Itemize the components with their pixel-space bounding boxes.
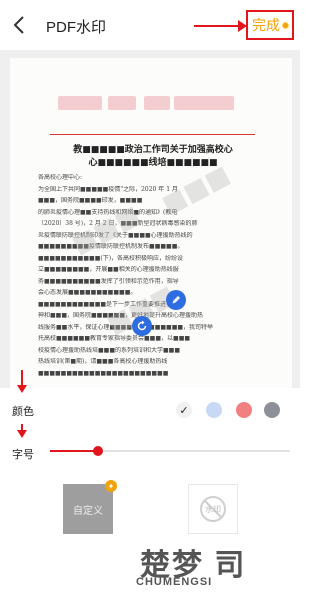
annotation-arrow-shaft [194,25,242,27]
document-text-line: 托高校■■■■■■教育专家指导委员会■■■，以■■■ [38,335,191,342]
document-text-line: ■■■■■■■■■■■(下)，各高校积极响应，纷纷设 [38,254,184,262]
done-label: 完成 [252,17,280,33]
annotation-arrow-shaft [21,370,23,386]
vip-dot-icon [282,21,289,29]
top-bar: PDF水印 完成 [0,0,300,50]
custom-watermark-label: 自定义 [73,505,103,517]
rotate-icon [137,320,147,331]
redacted-block [108,96,136,110]
slider-fill [50,450,98,452]
edit-handle[interactable] [166,290,186,310]
font-size-label: 字号 [12,449,34,461]
chevron-left-icon [13,16,24,34]
document-text-line: 校疫情心理援助热线培■■■的系列培训和大学■■■ [38,346,181,354]
document-preview-area: 教■■■■■政治工作司关于加强高校心 心■■■■■■线培■■■■■■ 各高校心理… [0,50,300,388]
check-icon: ✓ [179,404,189,417]
rotate-handle[interactable] [132,316,152,336]
site-logo: 楚梦 司 CHUMENGSI [130,540,292,592]
color-swatch-white[interactable]: ✓ [176,402,192,418]
font-size-slider[interactable] [50,446,290,456]
header-rule [50,134,255,135]
document-text-line: 立■■■■■■■■，开展■■相关的心理援助热线服 [38,266,179,273]
document-text-line: 热线培训(第■期)，请■■■各高校心理援助热线 [38,358,168,365]
annotation-arrow-head [17,385,27,393]
document-text-line: ■■■，国务院■■■■印发，■■■■ [38,197,143,204]
color-label: 颜色 [12,406,34,418]
document-text-line: 各高校心理中心: [38,174,83,181]
redacted-block [58,96,102,110]
no-watermark-option[interactable]: 水印 [188,484,238,534]
document-text-line: 的肺炎疫情心理■■支持热线和网络■的通知》(教电 [38,208,178,216]
page-title: PDF水印 [46,19,107,36]
document-page[interactable]: 教■■■■■政治工作司关于加强高校心 心■■■■■■线培■■■■■■ 各高校心理… [10,58,292,388]
pencil-icon [172,296,180,304]
redacted-block [144,96,170,110]
document-title-line: 教■■■■■政治工作司关于加强高校心 [73,145,233,155]
slider-thumb[interactable] [93,446,103,456]
done-button[interactable]: 完成 [246,10,294,40]
logo-text-en: CHUMENGSI [136,576,213,588]
redacted-block [174,96,234,110]
document-text-line: ■■■■■■■■■■■■■■■■■■■■■■■ [38,369,169,377]
color-swatch-gray[interactable] [264,402,280,418]
vip-badge-icon: ✦ [105,480,117,492]
no-watermark-label: 水印 [205,504,221,514]
back-button[interactable] [6,10,32,40]
custom-watermark-option[interactable]: 自定义 ✦ [63,480,117,534]
color-swatch-red[interactable] [236,402,252,418]
color-swatch-blue[interactable] [206,402,222,418]
annotation-arrow-head [17,430,27,438]
